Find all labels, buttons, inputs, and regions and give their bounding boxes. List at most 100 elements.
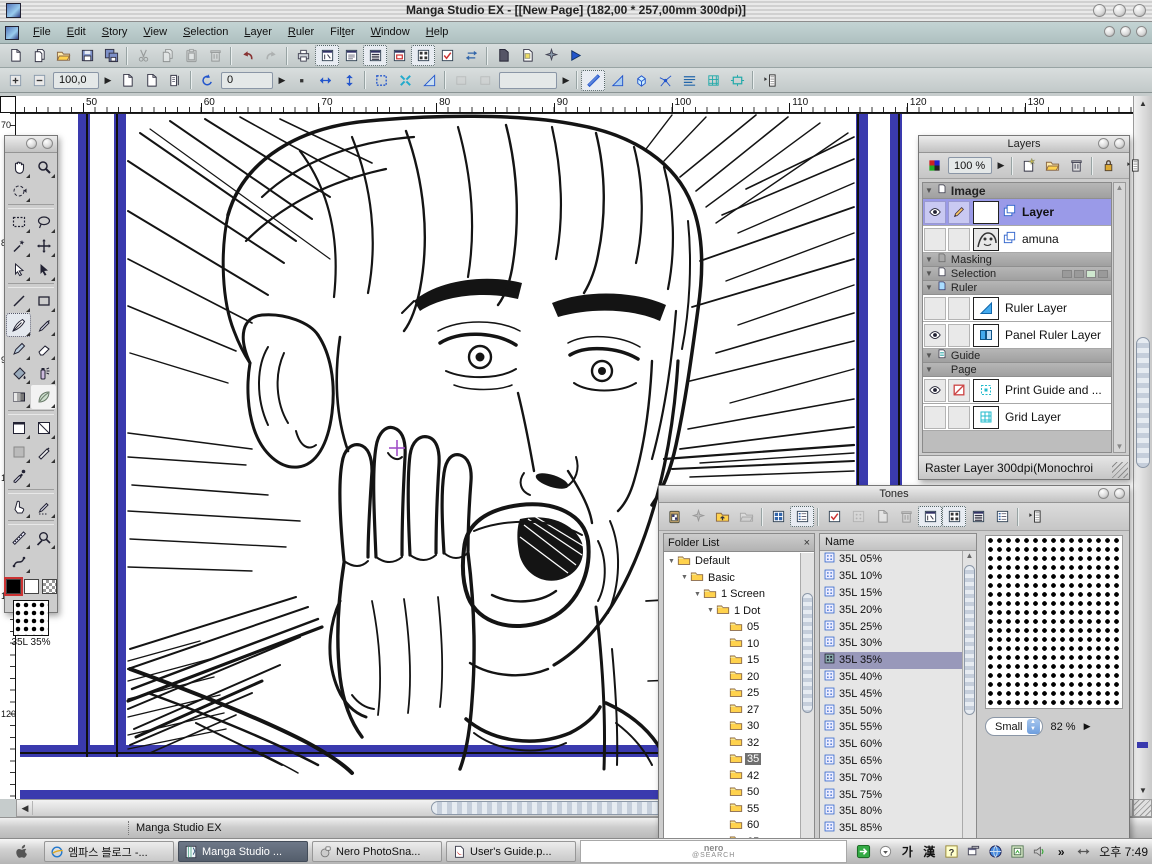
tool-eraser[interactable] bbox=[31, 337, 56, 361]
tray-help[interactable]: ? bbox=[943, 844, 959, 860]
tray-overflow[interactable]: » bbox=[1053, 844, 1069, 860]
tool-hand[interactable] bbox=[6, 155, 31, 179]
page-list-button[interactable] bbox=[163, 70, 187, 91]
preview-zoom-arrow-icon[interactable]: ▶ bbox=[1084, 721, 1091, 732]
paste-button[interactable] bbox=[179, 45, 203, 66]
tools-palette-titlebar[interactable] bbox=[5, 136, 57, 153]
snap-mode-arrow[interactable]: ▶ bbox=[559, 72, 573, 89]
tree-twisty-icon[interactable]: ▼ bbox=[681, 574, 690, 581]
apply-tone-button[interactable] bbox=[686, 506, 710, 527]
new-tone-button[interactable] bbox=[870, 506, 894, 527]
snap-mode-field[interactable] bbox=[499, 72, 557, 89]
tone-folder-50[interactable]: 50 bbox=[664, 784, 800, 801]
tool-eyedropper[interactable] bbox=[6, 464, 31, 488]
tool-dot-pen[interactable] bbox=[31, 495, 56, 519]
thumbnail-view-button[interactable] bbox=[766, 506, 790, 527]
tone-item-35l-20-[interactable]: 35L 20% bbox=[820, 601, 962, 618]
list-view-button[interactable] bbox=[790, 506, 814, 527]
copy-button[interactable] bbox=[155, 45, 179, 66]
tool-marker[interactable] bbox=[6, 337, 31, 361]
layer-row-amuna[interactable]: amuna bbox=[923, 226, 1111, 253]
vertical-scrollbar[interactable]: ▲ ▼ bbox=[1133, 96, 1152, 799]
tone-folder-32[interactable]: 32 bbox=[664, 735, 800, 752]
layer-thumbnail[interactable] bbox=[973, 228, 999, 251]
zoom-step-down-button[interactable] bbox=[27, 70, 51, 91]
menu-view[interactable]: View bbox=[135, 23, 175, 42]
collapse-triangle-icon[interactable]: ▼ bbox=[925, 186, 933, 195]
collapse-triangle-icon[interactable]: ▼ bbox=[925, 283, 933, 292]
taskbar-task-ie[interactable]: 엠파스 블로그 -... bbox=[44, 841, 174, 862]
tray-speaker[interactable] bbox=[1031, 844, 1047, 860]
menu-ruler[interactable]: Ruler bbox=[280, 23, 322, 42]
tray-window[interactable] bbox=[965, 844, 981, 860]
tone-folder-05[interactable]: 05 bbox=[664, 619, 800, 636]
tool-rotate-canvas[interactable] bbox=[6, 179, 31, 203]
layers-panel-titlebar[interactable]: Layers bbox=[919, 136, 1129, 153]
layers-scroll-up[interactable]: ▲ bbox=[1114, 183, 1125, 192]
tool-ruler-zoom[interactable] bbox=[31, 526, 56, 550]
layers-scroll-down[interactable]: ▼ bbox=[1114, 442, 1125, 451]
snap-to-guide-button[interactable] bbox=[417, 70, 441, 91]
new-story-button[interactable] bbox=[27, 45, 51, 66]
ime-korean[interactable]: 가 bbox=[899, 844, 915, 860]
tool-panel[interactable] bbox=[6, 416, 31, 440]
tone-list-scrollbar[interactable]: ▲ bbox=[962, 551, 976, 859]
layers-resize-grip[interactable] bbox=[1112, 462, 1128, 478]
tone-scroll-thumb[interactable] bbox=[964, 565, 975, 715]
ruler-pen-mode-button[interactable] bbox=[581, 70, 605, 91]
save-all-button[interactable] bbox=[99, 45, 123, 66]
tone-folder-35[interactable]: 35 bbox=[664, 751, 800, 768]
menu-story[interactable]: Story bbox=[94, 23, 136, 42]
layer-visibility-cell[interactable] bbox=[924, 201, 946, 224]
tool-text[interactable] bbox=[6, 440, 31, 464]
prev-page-button[interactable] bbox=[115, 70, 139, 91]
tone-item-35l-35-[interactable]: 35L 35% bbox=[820, 652, 962, 669]
properties-palette-button[interactable] bbox=[435, 45, 459, 66]
view-opt-1-button[interactable] bbox=[918, 506, 942, 527]
tools-collapse-button[interactable] bbox=[26, 138, 37, 149]
tones-panel-titlebar[interactable]: Tones bbox=[659, 486, 1129, 503]
collapse-triangle-icon[interactable]: ▼ bbox=[925, 365, 933, 374]
folder-list-close-icon[interactable]: × bbox=[804, 537, 810, 549]
layer-edit-cell[interactable] bbox=[948, 324, 970, 347]
ruler-line-button[interactable] bbox=[605, 70, 629, 91]
folder-new-button[interactable] bbox=[734, 506, 758, 527]
tone-folder-42[interactable]: 42 bbox=[664, 768, 800, 785]
effects-button[interactable] bbox=[539, 45, 563, 66]
menu-selection[interactable]: Selection bbox=[175, 23, 236, 42]
tones-palette-button[interactable] bbox=[411, 45, 435, 66]
new-layer-button[interactable] bbox=[1016, 155, 1040, 176]
ruler-grid-button[interactable] bbox=[701, 70, 725, 91]
print-button[interactable] bbox=[291, 45, 315, 66]
tool-airbrush[interactable] bbox=[31, 361, 56, 385]
layer-visibility-cell[interactable] bbox=[924, 228, 946, 251]
tool-bucket[interactable] bbox=[6, 361, 31, 385]
tone-item-35l-55-[interactable]: 35L 55% bbox=[820, 719, 962, 736]
tray-document[interactable] bbox=[1009, 844, 1025, 860]
rotation-field[interactable]: 0 bbox=[221, 72, 273, 89]
collapse-triangle-icon[interactable]: ▼ bbox=[925, 351, 933, 360]
scroll-up-arrow[interactable]: ▲ bbox=[1136, 98, 1150, 110]
tone-folder-60[interactable]: 60 bbox=[664, 817, 800, 834]
reset-view-button[interactable] bbox=[289, 70, 313, 91]
story-palette-button[interactable] bbox=[339, 45, 363, 66]
layer-section-ruler[interactable]: ▼Ruler bbox=[923, 281, 1111, 295]
tool-lasso[interactable] bbox=[31, 210, 56, 234]
tone-item-35l-25-[interactable]: 35L 25% bbox=[820, 618, 962, 635]
tone-properties-button[interactable] bbox=[822, 506, 846, 527]
tone-item-35l-05-[interactable]: 35L 05% bbox=[820, 551, 962, 568]
layer-section-selection[interactable]: ▼Selection bbox=[923, 267, 1111, 281]
tone-item-35l-65-[interactable]: 35L 65% bbox=[820, 753, 962, 770]
taskbar-task-manga[interactable]: Manga Studio ... bbox=[178, 841, 308, 862]
menu-file[interactable]: File bbox=[25, 23, 59, 42]
scroll-down-arrow[interactable]: ▼ bbox=[1136, 785, 1150, 797]
folder-list-scrollbar[interactable] bbox=[800, 553, 814, 859]
layer-visibility-cell[interactable] bbox=[924, 379, 946, 402]
vertical-scroll-thumb[interactable] bbox=[1136, 337, 1150, 468]
ruler-solid-button[interactable] bbox=[629, 70, 653, 91]
foreground-color-swatch[interactable] bbox=[6, 579, 21, 594]
tone-folder-1-screen[interactable]: ▼1 Screen bbox=[664, 586, 800, 603]
tone-item-35l-45-[interactable]: 35L 45% bbox=[820, 685, 962, 702]
layers-close-button[interactable] bbox=[1114, 138, 1125, 149]
folder-up-button[interactable] bbox=[710, 506, 734, 527]
